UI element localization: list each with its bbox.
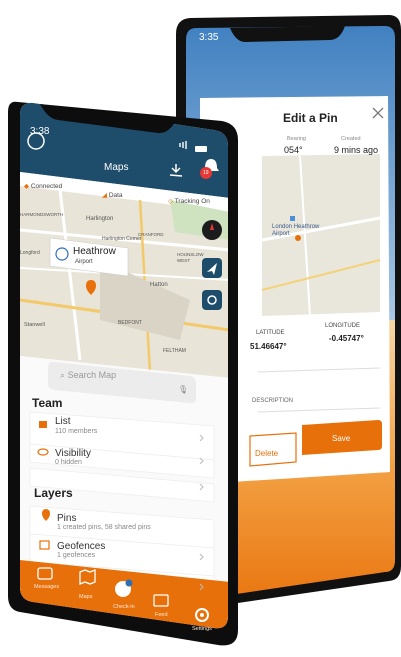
callout-subtitle: Airport: [75, 259, 93, 265]
latitude-value: 51.46647°: [250, 342, 287, 351]
callout-title: Heathrow: [73, 246, 116, 257]
bearing-value: 054°: [284, 145, 303, 155]
back-status-time: 3:35: [199, 32, 219, 43]
tracking-status[interactable]: ◇ Tracking On: [168, 197, 210, 205]
tab-settings-label[interactable]: Settings: [192, 626, 212, 632]
map-place-label: HOUNSLOW WEST: [177, 252, 204, 263]
longitude-value: -0.45747°: [329, 334, 364, 343]
search-placeholder[interactable]: ⌕ Search Map: [60, 370, 116, 381]
visibility-label[interactable]: Visibility: [55, 448, 91, 459]
map-place-label: Hatton: [150, 282, 168, 288]
tab-maps-label[interactable]: Maps: [79, 594, 92, 600]
data-status: ◢ Data: [102, 192, 123, 199]
team-list-label[interactable]: List: [55, 416, 71, 427]
notification-count: 19: [203, 170, 209, 176]
microphone-icon[interactable]: 🎙: [178, 385, 188, 394]
visibility-sub: 0 hidden: [55, 459, 82, 466]
bearing-label: Bearing: [287, 136, 306, 142]
delete-button-label[interactable]: Delete: [255, 449, 278, 458]
search-icon: ⌕: [60, 370, 66, 380]
map-place-label: Longford: [20, 250, 40, 256]
edit-pin-title: Edit a Pin: [283, 111, 338, 125]
maps-header-title: Maps: [104, 162, 129, 173]
map-place-label: FELTHAM: [163, 348, 186, 354]
map-place-label: Stanwell: [24, 322, 45, 328]
map-place-label: HARMONDSWORTH: [20, 212, 64, 217]
tab-messages-label[interactable]: Messages: [34, 584, 59, 590]
front-status-time: 3:38: [30, 126, 50, 137]
connected-status: ◆ Connected: [24, 183, 63, 190]
description-label: DESCRIPTION: [252, 398, 294, 404]
team-list-sub: 110 members: [55, 428, 98, 435]
created-value: 9 mins ago: [334, 145, 379, 155]
front-phone: [8, 101, 238, 646]
geofences-label[interactable]: Geofences: [57, 541, 105, 552]
map-place-label: Harlington: [86, 216, 114, 222]
layers-heading: Layers: [34, 486, 73, 500]
tab-feed-label[interactable]: Feed: [155, 612, 168, 618]
team-heading: Team: [32, 396, 63, 410]
pins-sub: 1 created pins, 58 shared pins: [57, 524, 151, 531]
longitude-label: LONGITUDE: [325, 323, 361, 329]
latitude-label: LATITUDE: [256, 330, 285, 336]
save-button-label[interactable]: Save: [332, 434, 350, 443]
map-place-label: CRANFORD: [138, 232, 164, 237]
locate-button[interactable]: [202, 290, 222, 310]
map-place-label: BEDFONT: [118, 320, 142, 326]
tab-check-in-label[interactable]: Check-in: [113, 604, 135, 610]
battery-icon: [195, 146, 207, 152]
geofences-sub: 1 geofences: [57, 552, 96, 559]
map-airport-label: London Heathrow Airport: [272, 224, 320, 237]
created-label: Created: [341, 136, 361, 142]
map-place-label: Harlington Corner: [102, 236, 142, 242]
pins-label[interactable]: Pins: [57, 513, 76, 524]
list-icon: [39, 421, 47, 428]
